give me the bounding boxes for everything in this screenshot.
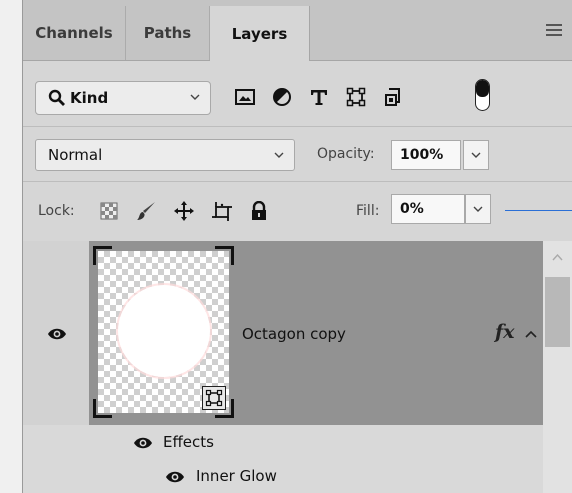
scroll-thumb[interactable] [545, 277, 570, 347]
tab-layers[interactable]: Layers [210, 6, 310, 61]
layers-panel: Channels Paths Layers Kind Normal Opacit… [23, 0, 572, 493]
opacity-input[interactable]: 100% [391, 140, 461, 170]
lock-transparent-pixels-icon[interactable] [98, 200, 120, 222]
blend-mode-select[interactable]: Normal [35, 139, 295, 171]
opacity-label: Opacity: [317, 146, 375, 162]
eye-icon[interactable] [47, 327, 67, 341]
fill-label: Fill: [356, 203, 380, 219]
chevron-down-icon [190, 94, 200, 100]
type-filter-icon[interactable] [308, 86, 330, 108]
tab-label: Paths [143, 24, 192, 42]
layer-list: Octagon copy fx Effects Inner Glow [23, 241, 572, 493]
shape-layer-badge-icon [202, 386, 226, 410]
panel-tab-bar: Channels Paths Layers [23, 0, 572, 61]
chevron-down-icon [471, 152, 481, 158]
left-dock-strip [0, 0, 22, 493]
effect-item-label: Inner Glow [196, 467, 277, 485]
shape-filter-icon[interactable] [345, 86, 367, 108]
tab-label: Channels [35, 24, 113, 42]
layer-thumbnail[interactable] [93, 246, 234, 418]
eye-icon[interactable] [165, 470, 185, 484]
selection-corner [93, 399, 112, 418]
guide-line [505, 210, 572, 211]
chevron-down-icon [274, 152, 284, 158]
panel-menu-icon[interactable] [546, 24, 562, 36]
blend-mode-row: Normal Opacity: 100% [23, 127, 572, 182]
lock-image-pixels-icon[interactable] [135, 200, 157, 222]
fx-icon[interactable]: fx [495, 321, 515, 343]
opacity-dropdown-button[interactable] [463, 140, 489, 170]
tab-label: Layers [231, 24, 288, 43]
layer-filter-row: Kind [23, 61, 572, 127]
layer-name[interactable]: Octagon copy [242, 325, 346, 343]
lock-position-icon[interactable] [173, 200, 195, 222]
scroll-up-icon[interactable] [552, 253, 563, 261]
effect-item-row[interactable]: Inner Glow [23, 459, 543, 493]
filter-kind-select[interactable]: Kind [35, 81, 211, 115]
selection-corner [93, 246, 112, 265]
image-filter-icon[interactable] [234, 86, 256, 108]
tab-paths[interactable]: Paths [126, 6, 210, 60]
lock-artboard-icon[interactable] [211, 200, 233, 222]
effects-row[interactable]: Effects [23, 425, 543, 459]
fill-input[interactable]: 0% [391, 194, 465, 224]
fill-dropdown-button[interactable] [465, 194, 491, 224]
layer-list-scrollbar[interactable] [543, 241, 572, 493]
visibility-cell[interactable] [23, 241, 89, 425]
opacity-value: 100% [400, 147, 444, 163]
filter-kind-label: Kind [70, 89, 109, 107]
layer-row[interactable]: Octagon copy fx [23, 241, 543, 425]
chevron-up-icon[interactable] [525, 329, 537, 339]
chevron-down-icon [473, 206, 483, 212]
search-icon [48, 89, 65, 106]
lock-all-icon[interactable] [248, 200, 270, 222]
fill-value: 0% [400, 201, 424, 217]
blend-mode-label: Normal [48, 146, 103, 164]
adjustment-filter-icon[interactable] [271, 86, 293, 108]
tab-channels[interactable]: Channels [23, 6, 126, 60]
selection-corner [215, 246, 234, 265]
effects-label: Effects [163, 433, 214, 451]
smart-object-filter-icon[interactable] [382, 86, 404, 108]
filter-toggle-icon[interactable] [475, 79, 490, 111]
thumbnail-shape [118, 285, 210, 377]
lock-row: Lock: Fill: 0% [23, 182, 572, 240]
eye-icon[interactable] [133, 436, 153, 450]
lock-label: Lock: [38, 203, 75, 219]
